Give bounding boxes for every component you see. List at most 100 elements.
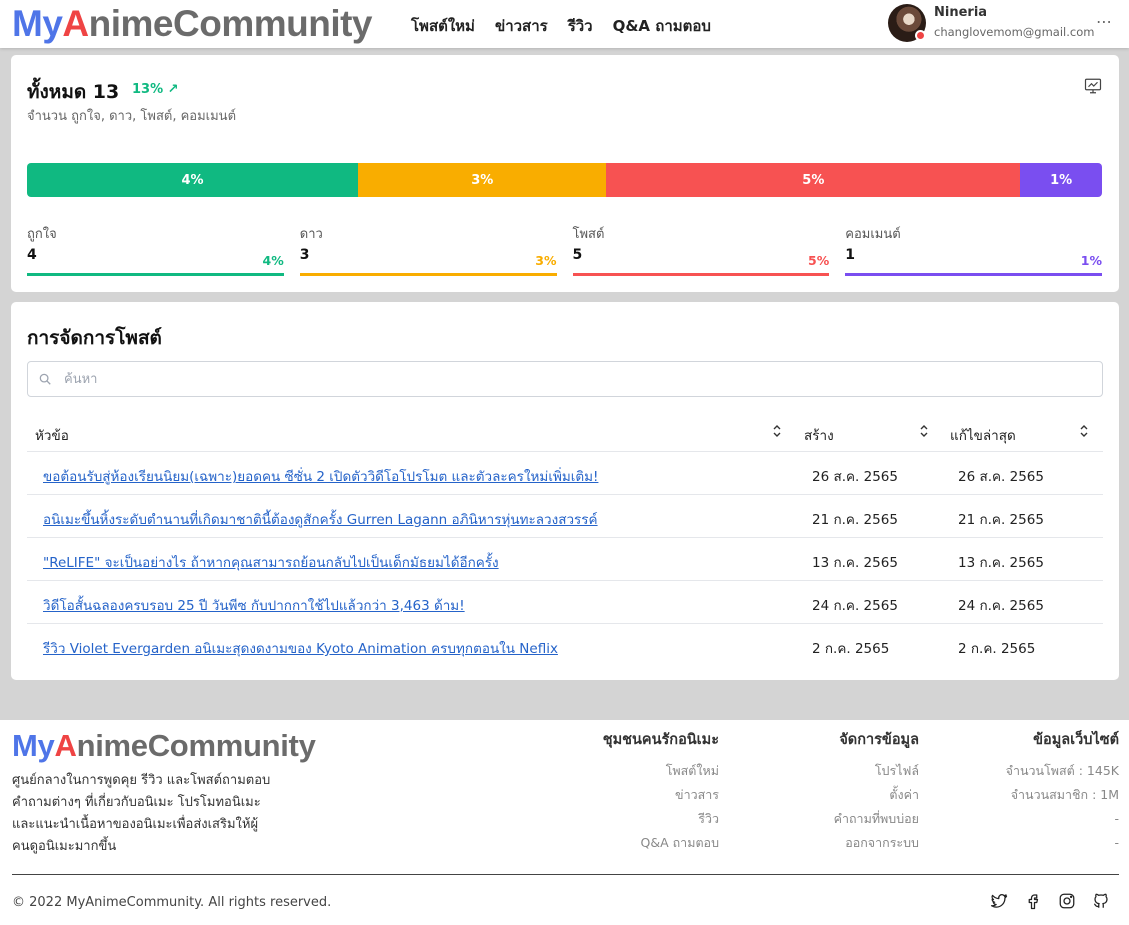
column-header-updated[interactable]: แก้ไขล่าสุด [950, 424, 1016, 446]
stats-subtitle: จำนวน ถูกใจ, ดาว, โพสต์, คอมเมนต์ [27, 109, 237, 124]
footer-link-settings[interactable]: ตั้งค่า [834, 783, 919, 807]
nav-reviews[interactable]: รีวิว [568, 14, 593, 38]
facebook-icon[interactable] [1024, 892, 1042, 910]
footer-link-reviews[interactable]: รีวิว [603, 807, 719, 831]
bar-segment-comments: 1% [1020, 163, 1102, 197]
site-footer: MyAnimeCommunity ศูนย์กลางในการพูดคุย รี… [0, 720, 1129, 925]
footer-col-manage: จัดการข้อมูล โปรไฟล์ ตั้งค่า คำถามที่พบบ… [834, 728, 919, 855]
footer-description: ศูนย์กลางในการพูดคุย รีวิว และโพสต์ถามตอ… [12, 773, 271, 854]
kpi-label: ถูกใจ [27, 227, 57, 242]
footer-member-count: จำนวนสมาชิก : 1M [1010, 787, 1119, 802]
created-date: 24 ก.ค. 2565 [812, 598, 898, 614]
sort-icon[interactable] [772, 424, 782, 438]
post-management-card: การจัดการโพสต์ หัวข้อ สร้าง แก้ไขล่าสุด … [11, 302, 1119, 680]
footer-post-count: จำนวนโพสต์ : 145K [1005, 763, 1119, 778]
footer-col-site-info: ข้อมูลเว็บไซต์ จำนวนโพสต์ : 145K จำนวนสม… [1006, 728, 1119, 855]
arrow-up-right-icon: ↗ [167, 82, 179, 97]
more-options-icon[interactable]: ⋯ [1096, 12, 1113, 31]
status-dot [915, 30, 926, 41]
kpi-value: 4 [27, 247, 37, 263]
search-icon [39, 373, 51, 385]
kpi-posts: โพสต์ 5 5% [572, 223, 830, 276]
kpi-percent: 5% [808, 253, 830, 268]
github-icon[interactable] [1092, 892, 1110, 910]
twitter-icon[interactable] [990, 892, 1008, 910]
footer-link-new-posts[interactable]: โพสต์ใหม่ [603, 759, 719, 783]
post-title-link[interactable]: อนิเมะขึ้นหิ้งระดับตำนานที่เกิดมาชาตินี้… [43, 508, 598, 530]
table-row: วิดีโอสั้นฉลองครบรอบ 25 ปี วันพีซ กับปาก… [27, 581, 1103, 624]
table-row: รีวิว Violet Evergarden อนิเมะสุดงดงามขอ… [27, 624, 1103, 667]
kpi-label: โพสต์ [572, 227, 605, 242]
updated-date: 2 ก.ค. 2565 [958, 641, 1036, 657]
bar-segment-posts: 5% [606, 163, 1021, 197]
post-title-link[interactable]: "ReLIFE" จะเป็นอย่างไร ถ้าหากคุณสามารถย้… [43, 551, 499, 573]
kpi-percent: 4% [262, 253, 284, 268]
search-input[interactable] [64, 369, 1064, 389]
column-header-title[interactable]: หัวข้อ [35, 424, 69, 446]
main-nav: โพสต์ใหม่ ข่าวสาร รีวิว Q&A ถามตอบ [411, 14, 711, 38]
footer-info-placeholder: - [1114, 811, 1119, 826]
updated-date: 21 ก.ค. 2565 [958, 512, 1044, 528]
updated-date: 26 ส.ค. 2565 [958, 469, 1044, 485]
search-box [27, 361, 1103, 397]
bar-segment-likes: 4% [27, 163, 359, 197]
stats-total: ทั้งหมด 13 [27, 81, 120, 103]
created-date: 13 ก.ค. 2565 [812, 555, 898, 571]
posts-table-body: ขอต้อนรับสู่ห้องเรียนนิยม(เฉพาะ)ยอดคน ซี… [27, 452, 1103, 667]
created-date: 21 ก.ค. 2565 [812, 512, 898, 528]
table-row: ขอต้อนรับสู่ห้องเรียนนิยม(เฉพาะ)ยอดคน ซี… [27, 452, 1103, 495]
sort-icon[interactable] [919, 424, 929, 438]
kpi-value: 3 [299, 247, 310, 263]
stats-kpis: ถูกใจ 4 4% ดาว 3 3% โพสต์ 5 5% คอมเมนต์ … [27, 223, 1102, 276]
table-row: "ReLIFE" จะเป็นอย่างไร ถ้าหากคุณสามารถย้… [27, 538, 1103, 581]
footer-logo[interactable]: MyAnimeCommunity [12, 724, 316, 768]
kpi-value: 1 [845, 247, 855, 263]
kpi-comments: คอมเมนต์ 1 1% [845, 223, 1102, 276]
footer-col-community: ชุมชนคนรักอนิเมะ โพสต์ใหม่ ข่าวสาร รีวิว… [603, 728, 719, 855]
footer-col-title: ข้อมูลเว็บไซต์ [1033, 732, 1119, 748]
stats-stacked-bar: 4% 3% 5% 1% [27, 163, 1102, 197]
kpi-likes: ถูกใจ 4 4% [27, 223, 284, 276]
created-date: 26 ส.ค. 2565 [812, 469, 898, 485]
stats-growth-badge: 13% ↗ [132, 82, 179, 97]
kpi-label: คอมเมนต์ [845, 227, 901, 242]
updated-date: 24 ก.ค. 2565 [958, 598, 1044, 614]
footer-divider [12, 874, 1119, 875]
kpi-label: ดาว [299, 227, 323, 242]
column-header-created[interactable]: สร้าง [804, 424, 834, 446]
section-title: การจัดการโพสต์ [27, 327, 162, 349]
footer-link-qa[interactable]: Q&A ถามตอบ [603, 831, 720, 855]
top-navbar: MyAnimeCommunity โพสต์ใหม่ ข่าวสาร รีวิว… [0, 0, 1129, 48]
bar-segment-stars: 3% [358, 163, 607, 197]
post-title-link[interactable]: วิดีโอสั้นฉลองครบรอบ 25 ปี วันพีซ กับปาก… [43, 594, 465, 616]
user-name: Nineria [934, 5, 988, 20]
created-date: 2 ก.ค. 2565 [812, 641, 890, 657]
user-email: changlovemom@gmail.com [934, 25, 1095, 39]
footer-link-news[interactable]: ข่าวสาร [603, 783, 719, 807]
kpi-percent: 3% [535, 253, 557, 268]
site-logo[interactable]: MyAnimeCommunity [12, 2, 373, 46]
kpi-stars: ดาว 3 3% [299, 223, 557, 276]
footer-link-profile[interactable]: โปรไฟล์ [834, 759, 919, 783]
table-header: หัวข้อ สร้าง แก้ไขล่าสุด [27, 410, 1103, 452]
post-title-link[interactable]: รีวิว Violet Evergarden อนิเมะสุดงดงามขอ… [43, 637, 558, 659]
nav-new-posts[interactable]: โพสต์ใหม่ [411, 14, 475, 38]
kpi-percent: 1% [1080, 253, 1102, 268]
table-row: อนิเมะขึ้นหิ้งระดับตำนานที่เกิดมาชาตินี้… [27, 495, 1103, 538]
footer-col-title: ชุมชนคนรักอนิเมะ [602, 732, 719, 748]
footer-col-title: จัดการข้อมูล [839, 732, 919, 748]
post-title-link[interactable]: ขอต้อนรับสู่ห้องเรียนนิยม(เฉพาะ)ยอดคน ซี… [43, 465, 598, 487]
footer-info-placeholder: - [1114, 835, 1119, 850]
social-links [990, 892, 1110, 910]
stats-card: ทั้งหมด 13 13% ↗ จำนวน ถูกใจ, ดาว, โพสต์… [11, 55, 1119, 292]
sort-icon[interactable] [1079, 424, 1089, 438]
monitor-chart-icon[interactable] [1084, 77, 1102, 95]
nav-qa[interactable]: Q&A ถามตอบ [613, 14, 711, 38]
nav-news[interactable]: ข่าวสาร [495, 14, 548, 38]
copyright-text: © 2022 MyAnimeCommunity. All rights rese… [12, 895, 332, 910]
kpi-value: 5 [572, 247, 583, 263]
footer-link-faq[interactable]: คำถามที่พบบ่อย [834, 807, 919, 831]
instagram-icon[interactable] [1058, 892, 1076, 910]
updated-date: 13 ก.ค. 2565 [958, 555, 1044, 571]
footer-link-logout[interactable]: ออกจากระบบ [834, 831, 919, 855]
